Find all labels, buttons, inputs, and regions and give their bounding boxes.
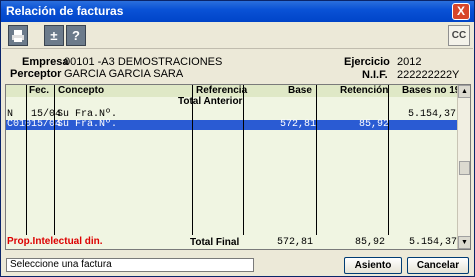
title-bar[interactable]: Relación de facturas X (1, 1, 474, 22)
col-base[interactable]: Base (288, 85, 312, 96)
nif-value: 222222222Y (397, 69, 460, 81)
status-field: Seleccione una factura (6, 258, 254, 272)
total-final-label: Total Final (190, 237, 240, 248)
total-anterior-row: Total Anterior (6, 96, 458, 107)
ejercicio-value: 2012 (397, 56, 422, 68)
row-retencion: 85,92 (358, 119, 389, 130)
plus-minus-button[interactable]: ± (44, 25, 64, 46)
asiento-button[interactable]: Asiento (344, 257, 402, 274)
print-button[interactable] (8, 25, 28, 46)
cc-button[interactable]: CC (448, 25, 470, 46)
col-divider (243, 85, 244, 235)
printer-icon (12, 30, 24, 42)
nif-label: N.I.F. (362, 69, 388, 81)
col-retencion[interactable]: Retención (340, 85, 388, 96)
table-row-selected[interactable]: C010 15/04 Su Fra.Nº. 572,81 85,92 (6, 119, 458, 130)
info-panel: Empresa 00101 -A3 DEMOSTRACIONES Percept… (2, 50, 473, 84)
row-concepto: Su Fra.Nº. (57, 119, 118, 130)
col-divider (192, 85, 193, 235)
scroll-down-icon[interactable]: ▼ (458, 236, 470, 249)
empresa-value: 00101 -A3 DEMOSTRACIONES (64, 56, 223, 68)
perceptor-value: GARCIA GARCIA SARA (64, 68, 184, 80)
invoice-grid[interactable]: Fec. Concepto Referencia Base Retención … (5, 84, 471, 250)
row-base: 572,81 (279, 119, 316, 130)
cancelar-button[interactable]: Cancelar (407, 257, 469, 274)
row-code: C010 (7, 119, 32, 130)
toolbar: ± ? CC (2, 22, 473, 49)
total-retencion: 85,92 (354, 237, 385, 248)
row-bases-no-193: 5.154,37 (407, 109, 456, 120)
col-divider (388, 85, 389, 235)
col-divider (316, 85, 317, 235)
help-button[interactable]: ? (66, 25, 86, 46)
col-divider (54, 85, 55, 235)
invoice-list-window: Relación de facturas X ± ? CC Empresa 00… (0, 0, 475, 277)
total-anterior-label: Total Anterior (178, 96, 243, 107)
prop-intelectual-label: Prop.Intelectual din. (7, 236, 103, 247)
close-button[interactable]: X (452, 3, 470, 20)
ejercicio-label: Ejercicio (344, 56, 390, 68)
col-fec[interactable]: Fec. (29, 85, 49, 96)
empresa-label: Empresa (22, 56, 69, 68)
scroll-thumb[interactable] (459, 161, 470, 175)
col-concepto[interactable]: Concepto (58, 85, 104, 96)
perceptor-label: Perceptor (10, 68, 62, 80)
col-divider (26, 85, 27, 235)
col-referencia[interactable]: Referencia (196, 85, 247, 96)
totals-row: Prop.Intelectual din. Total Final 572,81… (5, 235, 457, 250)
window-title: Relación de facturas (6, 4, 124, 18)
total-base: 572,81 (276, 237, 313, 248)
vertical-scrollbar[interactable]: ▲ ▼ (457, 85, 470, 249)
total-bases-no-193: 5.154,37 (408, 237, 457, 248)
scroll-up-icon[interactable]: ▲ (458, 85, 470, 98)
